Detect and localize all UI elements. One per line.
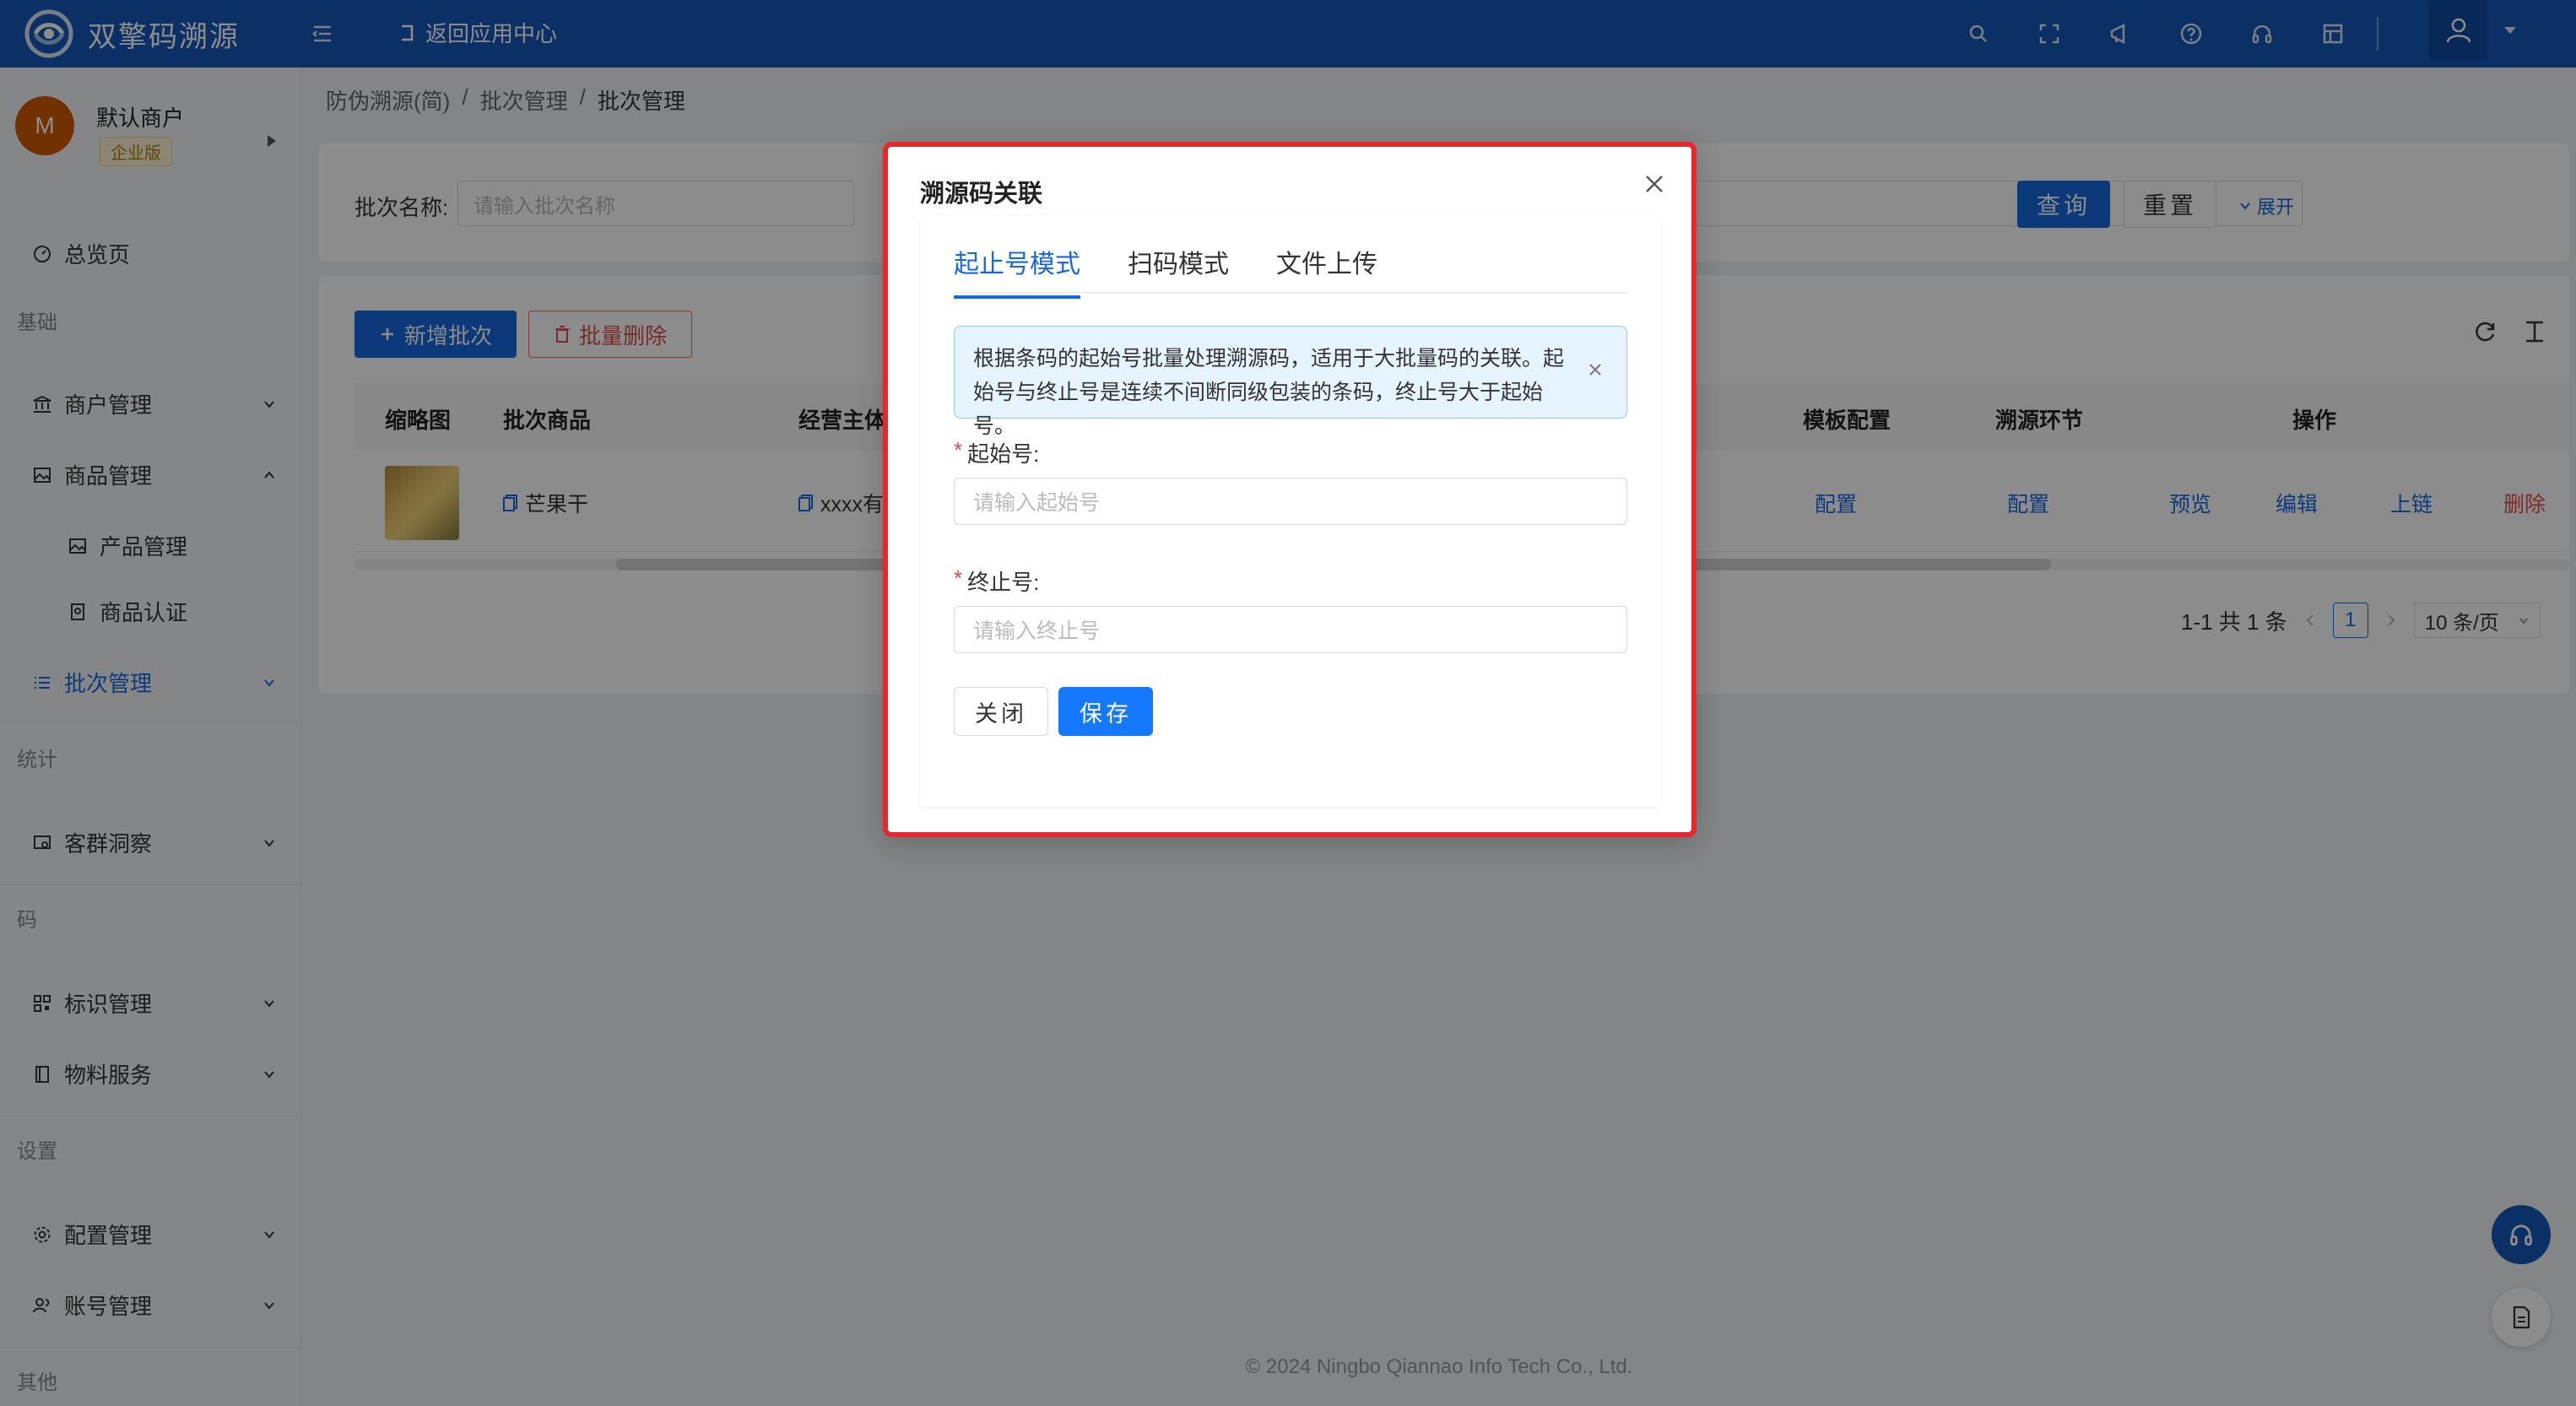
start-number-label: * 起始号: <box>954 437 1039 468</box>
end-number-input[interactable]: 请输入终止号 <box>954 606 1627 653</box>
alert-close-icon[interactable] <box>1587 361 1604 378</box>
start-number-input[interactable]: 请输入起始号 <box>954 478 1627 525</box>
tab-range-mode[interactable]: 起止号模式 <box>954 243 1080 299</box>
mode-tabs: 起止号模式 扫码模式 文件上传 <box>954 243 1377 299</box>
info-alert: 根据条码的起始号批量处理溯源码，适用于大批量码的关联。起始号与终止号是连续不间断… <box>954 326 1627 438</box>
save-button[interactable]: 保存 <box>1058 687 1153 736</box>
tabs-underline <box>954 292 1627 294</box>
modal-title: 溯源码关联 <box>920 181 1043 208</box>
required-mark: * <box>954 437 963 462</box>
end-number-label: * 终止号: <box>954 565 1039 597</box>
close-button[interactable]: 关闭 <box>954 687 1048 736</box>
close-icon[interactable] <box>1639 169 1670 199</box>
tab-scan-mode[interactable]: 扫码模式 <box>1128 243 1229 299</box>
end-label-text: 终止号: <box>967 570 1040 595</box>
start-label-text: 起始号: <box>967 441 1040 467</box>
tab-file-upload[interactable]: 文件上传 <box>1276 243 1377 299</box>
required-mark: * <box>954 565 963 591</box>
